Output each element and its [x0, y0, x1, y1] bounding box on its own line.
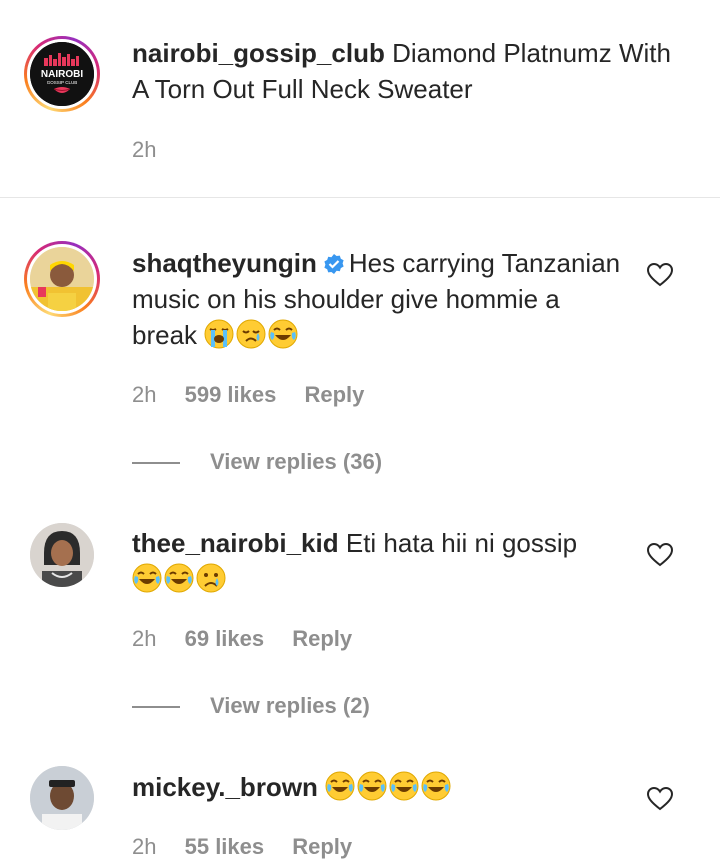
divider	[0, 197, 720, 198]
view-replies-line	[132, 706, 180, 709]
verified-badge-icon	[324, 254, 344, 274]
comment-meta: 2h 69 likes Reply	[132, 624, 374, 654]
avatar-photo	[30, 766, 94, 830]
comment-emojis	[325, 771, 453, 802]
view-replies-button[interactable]: View replies (2)	[132, 691, 370, 721]
caption-meta: 2h	[132, 135, 178, 165]
avatar-photo	[30, 523, 94, 587]
comment-likes[interactable]: 69 likes	[185, 626, 265, 651]
comment-text: shaqtheyungin Hes carrying Tanzanian mus…	[132, 245, 632, 353]
comment-meta: 2h 55 likes Reply	[132, 832, 374, 862]
tears-of-joy-icon	[132, 563, 162, 593]
comment-emojis	[132, 563, 228, 594]
comment-text: thee_nairobi_kid Eti hata hii ni gossip	[132, 525, 632, 597]
comment-time: 2h	[132, 382, 157, 407]
loudly-crying-face-icon	[204, 319, 235, 349]
like-heart-icon[interactable]	[647, 787, 673, 811]
sad-face-icon	[236, 319, 267, 349]
tears-of-joy-icon	[164, 563, 194, 593]
like-heart-icon[interactable]	[647, 263, 673, 287]
reply-button[interactable]: Reply	[304, 382, 364, 407]
view-replies-line	[132, 462, 180, 465]
comment-avatar[interactable]	[30, 523, 94, 587]
tears-of-joy-icon	[389, 771, 420, 801]
caption-avatar[interactable]: NAIROBI GOSSIP CLUB	[24, 36, 100, 112]
avatar-photo	[30, 247, 94, 311]
logo-title: NAIROBI	[41, 69, 83, 80]
logo-subtitle: GOSSIP CLUB	[47, 80, 77, 85]
tears-of-joy-icon	[325, 771, 356, 801]
comment-likes[interactable]: 599 likes	[185, 382, 277, 407]
caption-username[interactable]: nairobi_gossip_club	[132, 38, 385, 68]
comment-username[interactable]: shaqtheyungin	[132, 248, 317, 278]
comment-likes[interactable]: 55 likes	[185, 834, 265, 859]
comment-avatar[interactable]	[30, 766, 94, 830]
like-heart-icon[interactable]	[647, 543, 673, 567]
view-replies-label: View replies (2)	[210, 693, 370, 718]
view-replies-button[interactable]: View replies (36)	[132, 447, 382, 477]
caption-text: nairobi_gossip_club Diamond Platnumz Wit…	[132, 35, 692, 107]
caption-time: 2h	[132, 137, 157, 162]
view-replies-label: View replies (36)	[210, 449, 383, 474]
reply-button[interactable]: Reply	[292, 834, 352, 859]
reply-button[interactable]: Reply	[292, 626, 352, 651]
post-caption: NAIROBI GOSSIP CLUB nairobi_gossip_club …	[0, 0, 720, 198]
comment-username[interactable]: thee_nairobi_kid	[132, 528, 339, 558]
crying-face-icon	[196, 563, 226, 593]
comment-avatar[interactable]	[24, 241, 100, 317]
tears-of-joy-icon	[421, 771, 452, 801]
comment-time: 2h	[132, 626, 157, 651]
tears-of-joy-icon	[268, 319, 299, 349]
comment-emojis	[197, 319, 300, 350]
comment-body: Eti hata hii ni gossip	[345, 528, 578, 558]
comment-username[interactable]: mickey._brown	[132, 772, 318, 802]
tears-of-joy-icon	[357, 771, 388, 801]
comment-meta: 2h 599 likes Reply	[132, 380, 386, 410]
nairobi-gossip-club-logo: NAIROBI GOSSIP CLUB	[30, 42, 94, 106]
comment-time: 2h	[132, 834, 157, 859]
comment-text: mickey._brown	[132, 769, 632, 805]
